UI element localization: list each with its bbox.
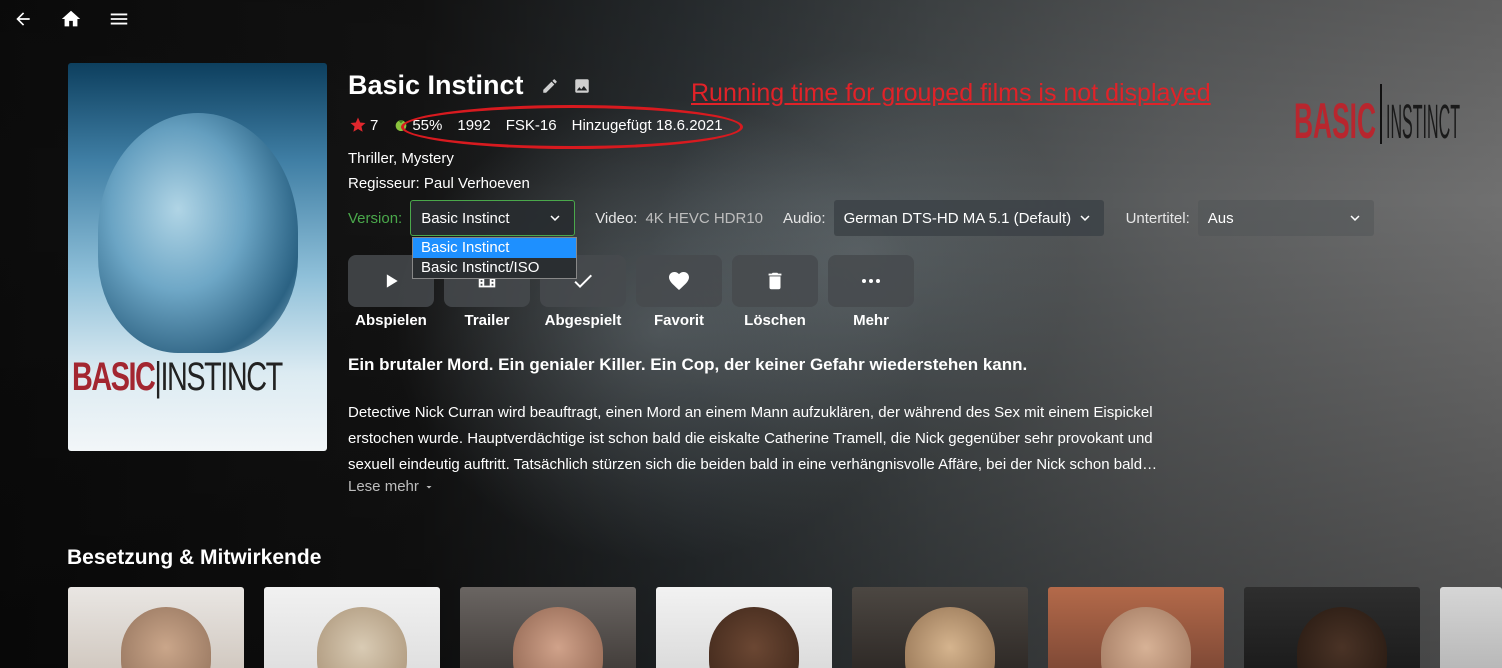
video-label: Video: [595,209,638,227]
play-icon [386,274,398,288]
version-select[interactable]: Basic Instinct [410,200,576,236]
audio-label: Audio: [783,209,826,227]
svg-text:INSTINCT: INSTINCT [1386,96,1460,149]
favorite-button[interactable]: Favorit [636,255,722,329]
person-photo [1296,607,1387,668]
overview: Detective Nick Curran wird beauftragt, e… [348,404,1158,473]
poster-artwork [98,113,298,353]
svg-text:BASIC: BASIC [1294,93,1376,149]
image-icon [574,78,589,93]
caret-down-icon [426,485,432,488]
subtitle-label: Untertitel: [1125,209,1190,227]
person-photo [708,607,799,668]
annotation-note: Running time for grouped films is not di… [691,79,1211,107]
hamburger-menu-icon [110,13,128,25]
annotation-ellipse [401,105,743,149]
version-label: Version: [348,209,403,227]
version-option[interactable]: Basic Instinct [413,238,576,258]
video-value: 4K HEVC HDR10 [645,209,764,227]
cast-card[interactable] [1244,587,1420,668]
audio-select[interactable]: German DTS-HD MA 5.1 (Default) [833,200,1104,236]
chevron-down-icon [1350,215,1360,221]
home-icon [61,10,81,27]
stream-selectors: Version: Basic Instinct Video: 4K HEVC H… [348,200,1374,236]
genres: Thriller, Mystery [348,150,454,167]
version-dropdown-list: Basic Instinct Basic Instinct/ISO [412,237,577,279]
star-icon [350,117,366,132]
community-rating: 7 [349,116,378,134]
edit-button[interactable] [540,76,560,96]
cast-card[interactable] [1440,587,1502,668]
director: Regisseur: Paul Verhoeven [348,175,530,192]
person-photo [316,607,407,668]
top-nav [6,6,136,32]
delete-button[interactable]: Löschen [732,255,818,329]
more-dots-icon [862,279,880,283]
cast-card[interactable] [460,587,636,668]
chevron-down-icon [550,215,560,221]
cast-card[interactable] [656,587,832,668]
movie-logo: BASIC INSTINCT [1294,84,1460,149]
person-photo [512,607,603,668]
pencil-icon [542,78,557,93]
home-button[interactable] [54,6,88,32]
edit-images-button[interactable] [572,76,592,96]
trash-icon [768,272,782,290]
person-photo [904,607,995,668]
page-title: Basic Instinct [348,70,524,100]
menu-button[interactable] [102,6,136,32]
chevron-down-icon [1080,215,1090,221]
poster-title: BASIC|INSTINCT [72,355,283,399]
read-more-link[interactable]: Lese mehr [348,478,435,495]
person-photo [120,607,211,668]
cast-card[interactable] [68,587,244,668]
version-option[interactable]: Basic Instinct/ISO [413,258,576,278]
tagline: Ein brutaler Mord. Ein genialer Killer. … [348,355,1028,374]
movie-poster[interactable]: BASIC|INSTINCT [68,63,327,451]
heart-icon [669,272,689,290]
subtitle-select[interactable]: Aus [1197,200,1374,236]
cast-section-title: Besetzung & Mitwirkende [67,546,322,569]
more-button[interactable]: Mehr [828,255,914,329]
arrow-left-icon [16,12,30,26]
cast-card[interactable] [852,587,1028,668]
person-photo [1100,607,1191,668]
cast-card[interactable] [1048,587,1224,668]
back-button[interactable] [6,6,40,32]
title-row: Basic Instinct [348,70,592,101]
cast-list [68,587,1502,668]
cast-card[interactable] [264,587,440,668]
